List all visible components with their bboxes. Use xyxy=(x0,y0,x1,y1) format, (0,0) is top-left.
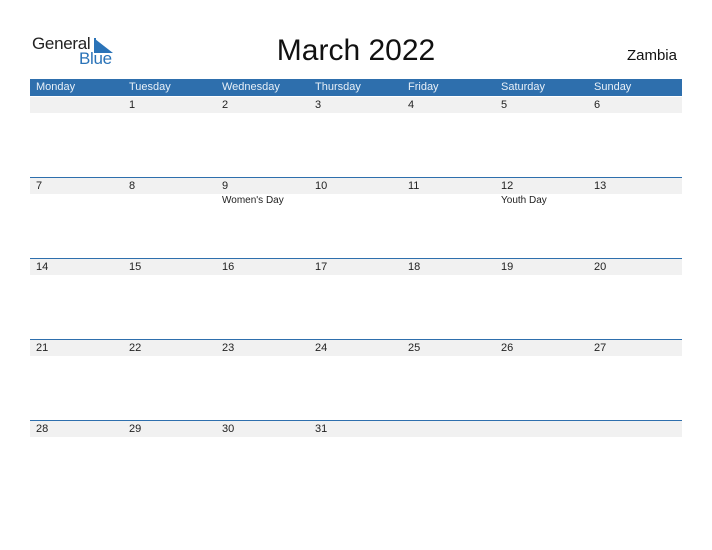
day-number: 26 xyxy=(501,342,514,354)
day-number xyxy=(30,97,36,113)
day-number: 17 xyxy=(315,261,328,273)
day-number: 3 xyxy=(315,99,322,111)
day-number: 18 xyxy=(408,261,421,273)
holiday-label: Women's Day xyxy=(222,195,284,206)
day-number: 2 xyxy=(222,99,229,111)
day-number: 10 xyxy=(315,180,328,192)
day-number xyxy=(495,421,501,437)
day-number: 1 xyxy=(129,99,136,111)
day-number: 12 xyxy=(501,180,514,192)
week-row: 14 15 16 17 18 19 20 xyxy=(30,258,682,340)
day-number: 13 xyxy=(594,180,607,192)
day-number: 11 xyxy=(408,180,420,192)
day-number: 22 xyxy=(129,342,142,354)
day-number: 5 xyxy=(501,99,508,111)
day-number: 28 xyxy=(36,423,49,435)
day-number: 20 xyxy=(594,261,607,273)
day-number: 29 xyxy=(129,423,142,435)
country-label: Zambia xyxy=(626,47,677,64)
weekday-tuesday: Tuesday xyxy=(129,81,171,93)
day-number: 25 xyxy=(408,342,421,354)
day-number: 21 xyxy=(36,342,49,354)
day-number: 23 xyxy=(222,342,235,354)
calendar-title: March 2022 xyxy=(276,34,436,67)
day-number: 6 xyxy=(594,99,601,111)
weekday-header: Monday Tuesday Wednesday Thursday Friday… xyxy=(30,79,682,96)
weekday-wednesday: Wednesday xyxy=(222,81,280,93)
day-number: 4 xyxy=(408,99,415,111)
day-number xyxy=(588,421,594,437)
day-number: 31 xyxy=(315,423,328,435)
weekday-monday: Monday xyxy=(36,81,76,93)
week-row: 7 8 9 Women's Day 10 11 12 Youth Day 13 xyxy=(30,177,682,259)
day-number: 24 xyxy=(315,342,328,354)
day-number: 14 xyxy=(36,261,49,273)
day-number: 27 xyxy=(594,342,607,354)
weekday-saturday: Saturday xyxy=(501,81,546,93)
day-number: 15 xyxy=(129,261,142,273)
weekday-friday: Friday xyxy=(408,81,439,93)
day-number: 16 xyxy=(222,261,235,273)
day-number xyxy=(402,421,408,437)
week-row: 1 2 3 4 5 6 xyxy=(30,97,682,178)
day-number: 8 xyxy=(129,180,136,192)
day-number: 19 xyxy=(501,261,514,273)
week-row: 28 29 30 31 xyxy=(30,420,682,502)
week-row: 21 22 23 24 25 26 27 xyxy=(30,339,682,421)
day-number: 7 xyxy=(36,180,43,192)
holiday-label: Youth Day xyxy=(501,195,547,206)
weekday-sunday: Sunday xyxy=(594,81,632,93)
day-number: 30 xyxy=(222,423,235,435)
weekday-thursday: Thursday xyxy=(315,81,361,93)
day-number: 9 xyxy=(222,180,229,192)
